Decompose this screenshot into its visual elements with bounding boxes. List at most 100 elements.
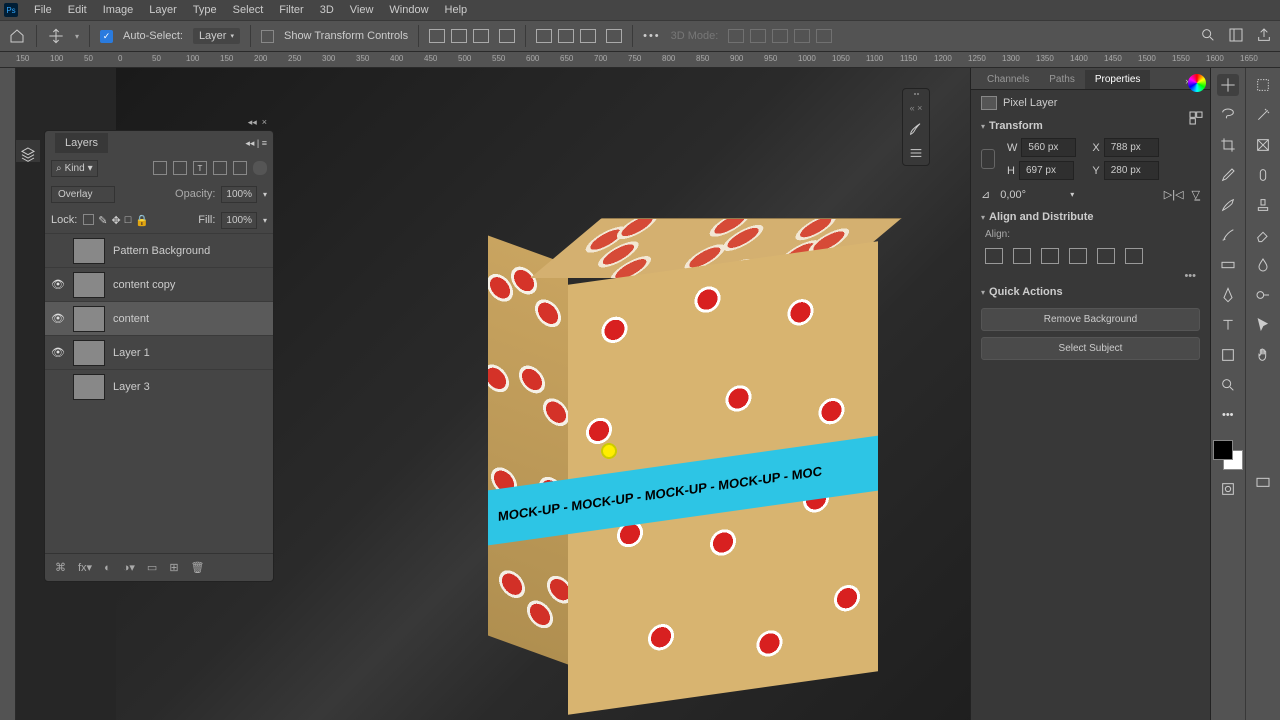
brush-panel-icon[interactable] <box>908 121 924 137</box>
menu-file[interactable]: File <box>26 4 60 16</box>
crop-tool-icon[interactable] <box>1217 134 1239 156</box>
smudge-tool-icon[interactable] <box>1252 254 1274 276</box>
shape-tool-icon[interactable] <box>1217 344 1239 366</box>
lasso-tool-icon[interactable] <box>1217 104 1239 126</box>
show-transform-checkbox[interactable] <box>261 30 274 43</box>
layer-filter-kind[interactable]: ⌕ Kind ▾ <box>51 160 98 177</box>
adjustments-panel-icon[interactable] <box>1188 110 1206 129</box>
frame-tool-icon[interactable] <box>1252 134 1274 156</box>
menu-type[interactable]: Type <box>185 4 225 16</box>
paths-tab[interactable]: Paths <box>1039 70 1085 89</box>
fx-icon[interactable]: fx▾ <box>78 561 92 574</box>
menu-3d[interactable]: 3D <box>312 4 342 16</box>
opacity-label: Opacity: <box>175 188 215 200</box>
x-field[interactable]: 788 px <box>1104 138 1159 157</box>
quick-mask-icon[interactable] <box>1217 478 1239 500</box>
flip-v-icon[interactable]: ▽̲ <box>1192 188 1200 201</box>
stamp-tool-icon[interactable] <box>1252 194 1274 216</box>
layer-row[interactable]: 👁content copy <box>45 267 273 301</box>
flip-h-icon[interactable]: ▷|◁ <box>1164 188 1184 201</box>
new-layer-icon[interactable]: ⊞ <box>169 561 178 574</box>
select-subject-button[interactable]: Select Subject <box>981 337 1200 360</box>
home-icon[interactable] <box>8 27 26 45</box>
menu-help[interactable]: Help <box>437 4 476 16</box>
height-field[interactable]: 697 px <box>1019 161 1074 180</box>
properties-tab[interactable]: Properties <box>1085 70 1151 89</box>
menu-select[interactable]: Select <box>225 4 272 16</box>
adjustment-icon[interactable]: ◑▾ <box>123 561 135 574</box>
link-wh-icon[interactable] <box>981 149 995 169</box>
visibility-icon[interactable]: 👁 <box>51 346 65 359</box>
layer-row[interactable]: 👁Layer 1 <box>45 335 273 369</box>
hand-tool-icon[interactable] <box>1252 344 1274 366</box>
sliders-icon[interactable] <box>908 145 924 161</box>
layers-stack-icon[interactable] <box>20 146 36 162</box>
layer-filter-icons[interactable]: T <box>153 161 267 175</box>
wand-tool-icon[interactable] <box>1252 104 1274 126</box>
move-tool-icon[interactable] <box>47 27 65 45</box>
remove-background-button[interactable]: Remove Background <box>981 308 1200 331</box>
menu-filter[interactable]: Filter <box>271 4 311 16</box>
align-group-1[interactable] <box>429 29 489 43</box>
color-panel-icon[interactable] <box>1188 74 1206 92</box>
opacity-value[interactable]: 100% <box>221 186 257 203</box>
visibility-icon[interactable]: 👁 <box>51 312 65 325</box>
contextual-taskbar[interactable]: « × <box>902 88 930 166</box>
screen-mode-icon[interactable] <box>1252 472 1274 494</box>
align-distribute-icon[interactable] <box>499 29 515 43</box>
layers-collapsed-strip[interactable] <box>16 140 40 162</box>
path-select-icon[interactable] <box>1252 314 1274 336</box>
workspace-icon[interactable] <box>1228 27 1244 46</box>
menu-image[interactable]: Image <box>95 4 142 16</box>
ruler-vertical[interactable] <box>0 68 16 720</box>
eraser-tool-icon[interactable] <box>1252 224 1274 246</box>
color-swatches[interactable] <box>1213 440 1243 470</box>
align-buttons[interactable] <box>971 242 1210 270</box>
width-field[interactable]: 560 px <box>1021 138 1076 157</box>
align-auto-icon[interactable] <box>606 29 622 43</box>
share-icon[interactable] <box>1256 27 1272 46</box>
menu-view[interactable]: View <box>342 4 382 16</box>
group-icon[interactable]: ▭ <box>147 561 157 574</box>
menu-window[interactable]: Window <box>381 4 436 16</box>
history-brush-icon[interactable] <box>1217 224 1239 246</box>
pen-tool-icon[interactable] <box>1217 284 1239 306</box>
quick-actions-section[interactable]: Quick Actions <box>971 282 1210 302</box>
align-more-icon[interactable]: ••• <box>971 270 1210 282</box>
rotation-field[interactable]: 0,00° <box>1000 189 1060 201</box>
zoom-tool-icon[interactable] <box>1217 374 1239 396</box>
channels-tab[interactable]: Channels <box>977 70 1039 89</box>
panel-menu-icon[interactable]: ◂◂ | ≡ <box>245 138 273 149</box>
dodge-tool-icon[interactable] <box>1252 284 1274 306</box>
trash-icon[interactable]: 🗑 <box>191 561 205 574</box>
layer-row[interactable]: Pattern Background <box>45 233 273 267</box>
layers-tab[interactable]: Layers <box>55 133 108 153</box>
ruler-horizontal[interactable]: 1501005005010015020025030035040045050055… <box>0 52 1280 68</box>
eyedropper-tool-icon[interactable] <box>1217 164 1239 186</box>
menu-edit[interactable]: Edit <box>60 4 95 16</box>
move-tool-icon[interactable] <box>1217 74 1239 96</box>
link-layers-icon[interactable]: ⌘ <box>55 561 66 574</box>
edit-toolbar-icon[interactable]: ••• <box>1217 404 1239 426</box>
mask-icon[interactable]: ◐ <box>104 562 111 574</box>
auto-select-checkbox[interactable]: ✓ <box>100 30 113 43</box>
more-icon[interactable]: ••• <box>643 30 661 42</box>
menu-layer[interactable]: Layer <box>141 4 185 16</box>
align-section[interactable]: Align and Distribute <box>971 207 1210 227</box>
lock-icons[interactable]: ✎✥□🔒 <box>83 214 149 227</box>
brush-tool-icon[interactable] <box>1217 194 1239 216</box>
marquee-tool-icon[interactable] <box>1252 74 1274 96</box>
fill-value[interactable]: 100% <box>221 212 257 229</box>
visibility-icon[interactable]: 👁 <box>51 278 65 291</box>
auto-select-dropdown[interactable]: Layer▾ <box>193 28 240 44</box>
layer-row[interactable]: 👁content <box>45 301 273 335</box>
search-icon[interactable] <box>1200 27 1216 46</box>
y-field[interactable]: 280 px <box>1104 161 1159 180</box>
transform-section[interactable]: Transform <box>971 116 1210 136</box>
blend-mode-dropdown[interactable]: Overlay <box>51 186 115 203</box>
align-group-2[interactable] <box>536 29 596 43</box>
layer-row[interactable]: Layer 3 <box>45 369 273 403</box>
type-tool-icon[interactable] <box>1217 314 1239 336</box>
gradient-tool-icon[interactable] <box>1217 254 1239 276</box>
healing-tool-icon[interactable] <box>1252 164 1274 186</box>
